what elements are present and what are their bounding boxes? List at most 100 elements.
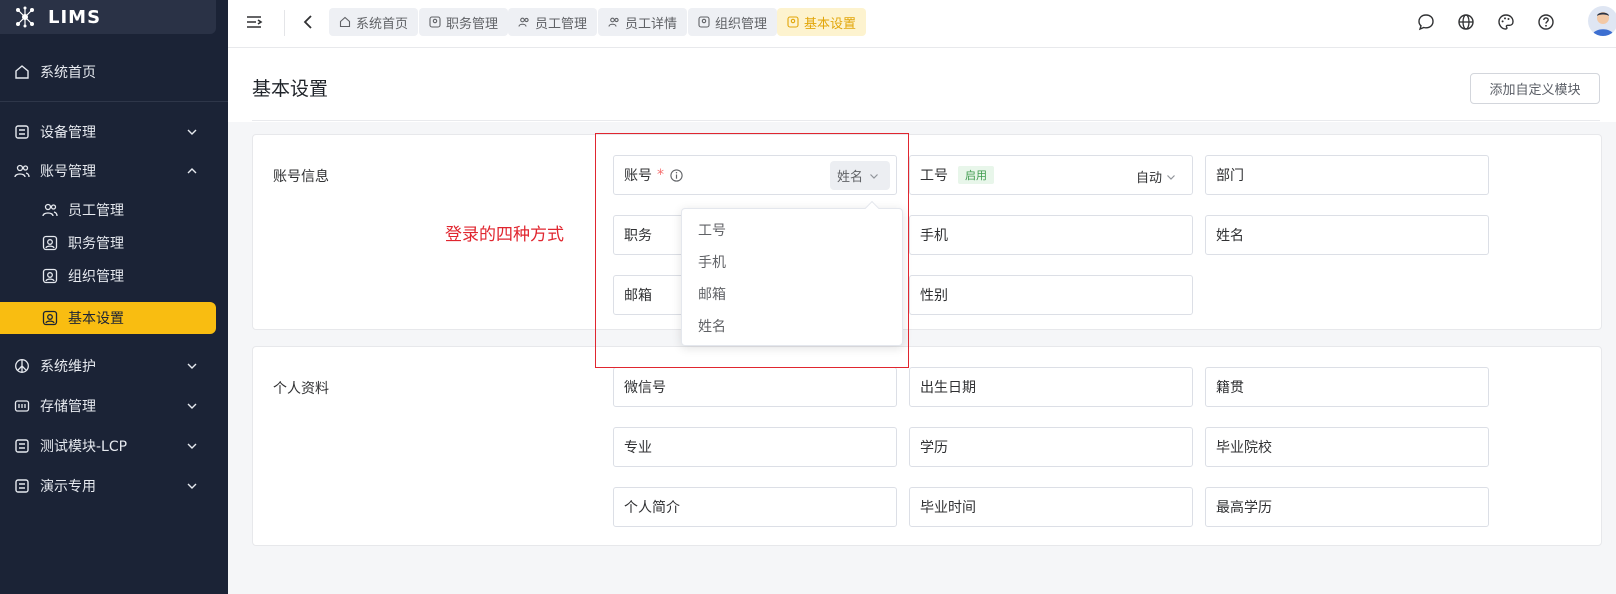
chevron-down-icon — [186, 440, 198, 452]
home-icon — [14, 64, 30, 80]
sidebar-item-label: 设备管理 — [40, 125, 96, 141]
page-title: 基本设置 — [252, 78, 329, 100]
sidebar-item-label: 账号管理 — [40, 164, 96, 180]
required-mark: * — [657, 167, 664, 183]
tab-label: 职务管理 — [446, 16, 499, 32]
numbering-mode-select[interactable]: 自动 — [1136, 167, 1176, 186]
sidebar-item-maintenance[interactable]: 系统维护 — [0, 348, 228, 384]
sidebar: LIMS 系统首页 设备管理 账号管理 员工管理 职务管理 组织管理 基本设置 … — [0, 0, 228, 594]
app-name: LIMS — [48, 6, 102, 28]
wechat-field[interactable]: 微信号 — [613, 367, 897, 407]
birthdate-field[interactable]: 出生日期 — [909, 367, 1193, 407]
users-icon — [608, 16, 620, 28]
highest-degree-field[interactable]: 最高学历 — [1205, 487, 1489, 527]
dropdown-option[interactable]: 工号 — [682, 215, 902, 247]
page-divider — [252, 120, 1600, 121]
grid-icon — [14, 478, 30, 494]
badge-icon — [42, 268, 58, 284]
sidebar-item-label: 演示专用 — [40, 479, 96, 495]
sidebar-item-label: 测试模块-LCP — [40, 439, 128, 455]
topbar-divider — [284, 10, 285, 36]
account-field[interactable]: 账号 * 姓名 — [613, 155, 897, 195]
login-type-dropdown: 工号 手机 邮箱 姓名 — [681, 200, 903, 346]
tab-organization[interactable]: 组织管理 — [688, 8, 778, 36]
tab-basic-settings[interactable]: 基本设置 — [777, 8, 867, 36]
education-field[interactable]: 学历 — [909, 427, 1193, 467]
graduation-date-field[interactable]: 毕业时间 — [909, 487, 1193, 527]
sidebar-item-devices[interactable]: 设备管理 — [0, 114, 228, 150]
tab-employees[interactable]: 员工管理 — [508, 8, 598, 36]
globe-icon[interactable] — [1456, 12, 1476, 32]
logo-icon — [14, 6, 36, 28]
annotation-note: 登录的四种方式 — [445, 225, 564, 245]
school-field[interactable]: 毕业院校 — [1205, 427, 1489, 467]
app-logo[interactable]: LIMS — [0, 0, 216, 34]
palette-icon[interactable] — [1496, 12, 1516, 32]
topbar: 系统首页 职务管理 员工管理 员工详情 组织管理 基本设置 — [228, 0, 1616, 48]
grid-icon — [14, 124, 30, 140]
badge-icon — [787, 16, 799, 28]
sidebar-item-employees[interactable]: 员工管理 — [0, 192, 228, 228]
major-field[interactable]: 专业 — [613, 427, 897, 467]
badge-icon — [698, 16, 710, 28]
sidebar-item-label: 职务管理 — [68, 236, 124, 252]
storage-icon — [14, 398, 30, 414]
tab-label: 组织管理 — [715, 16, 768, 32]
name-field[interactable]: 姓名 — [1205, 215, 1489, 255]
bio-field[interactable]: 个人简介 — [613, 487, 897, 527]
tab-home[interactable]: 系统首页 — [329, 8, 419, 36]
login-type-select[interactable]: 姓名 — [830, 161, 890, 190]
tab-employee-detail[interactable]: 员工详情 — [598, 8, 688, 36]
select-value: 自动 — [1135, 171, 1162, 186]
back-icon[interactable] — [298, 12, 318, 32]
sidebar-divider — [0, 101, 228, 102]
sidebar-item-label: 组织管理 — [68, 269, 124, 285]
users-icon — [14, 163, 30, 179]
sidebar-item-accounts[interactable]: 账号管理 — [0, 153, 228, 189]
message-icon[interactable] — [1416, 12, 1436, 32]
main-content: 基本设置 添加自定义模块 账号信息 账号 * 姓名 工号 启用 自动 部门 职务… — [228, 48, 1616, 594]
sidebar-item-demo[interactable]: 演示专用 — [0, 468, 228, 504]
dropdown-option[interactable]: 邮箱 — [682, 279, 902, 311]
users-icon — [42, 202, 58, 218]
tab-label: 员工管理 — [535, 16, 588, 32]
add-custom-module-button[interactable]: 添加自定义模块 — [1470, 73, 1600, 104]
section-label: 账号信息 — [273, 169, 329, 185]
chevron-down-icon — [186, 126, 198, 138]
sidebar-item-label: 系统维护 — [40, 359, 96, 375]
chevron-down-icon — [186, 480, 198, 492]
employee-no-field[interactable]: 工号 启用 自动 — [909, 155, 1193, 195]
sidebar-item-storage[interactable]: 存储管理 — [0, 388, 228, 424]
sidebar-item-home[interactable]: 系统首页 — [0, 54, 228, 90]
sidebar-item-test-module[interactable]: 测试模块-LCP — [0, 428, 228, 464]
peace-icon — [14, 358, 30, 374]
tab-label: 系统首页 — [356, 16, 409, 32]
menu-toggle-icon[interactable] — [244, 12, 264, 32]
tab-label: 员工详情 — [625, 16, 678, 32]
sidebar-item-organization[interactable]: 组织管理 — [0, 258, 228, 294]
chevron-down-icon — [186, 400, 198, 412]
section-label: 个人资料 — [273, 381, 329, 397]
avatar[interactable] — [1588, 6, 1616, 36]
native-place-field[interactable]: 籍贯 — [1205, 367, 1489, 407]
help-icon[interactable] — [1536, 12, 1556, 32]
field-label: 账号 — [624, 168, 652, 184]
dropdown-option[interactable]: 姓名 — [682, 311, 902, 343]
field-label: 工号 — [920, 168, 948, 184]
phone-field[interactable]: 手机 — [909, 215, 1193, 255]
select-value: 姓名 — [837, 170, 864, 185]
sidebar-item-label: 系统首页 — [40, 65, 96, 81]
chevron-down-icon — [186, 360, 198, 372]
department-field[interactable]: 部门 — [1205, 155, 1489, 195]
info-icon[interactable] — [670, 168, 683, 182]
gender-field[interactable]: 性别 — [909, 275, 1193, 315]
chevron-down-icon — [869, 171, 879, 181]
sidebar-item-positions[interactable]: 职务管理 — [0, 225, 228, 261]
chevron-up-icon — [186, 165, 198, 177]
status-badge: 启用 — [958, 166, 994, 184]
profile-card: 个人资料 微信号 出生日期 籍贯 专业 学历 毕业院校 个人简介 毕业时间 最高… — [252, 346, 1602, 546]
tab-positions[interactable]: 职务管理 — [419, 8, 509, 36]
sidebar-item-basic-settings[interactable]: 基本设置 — [0, 302, 216, 334]
chevron-down-icon — [1166, 172, 1176, 182]
dropdown-option[interactable]: 手机 — [682, 247, 902, 279]
